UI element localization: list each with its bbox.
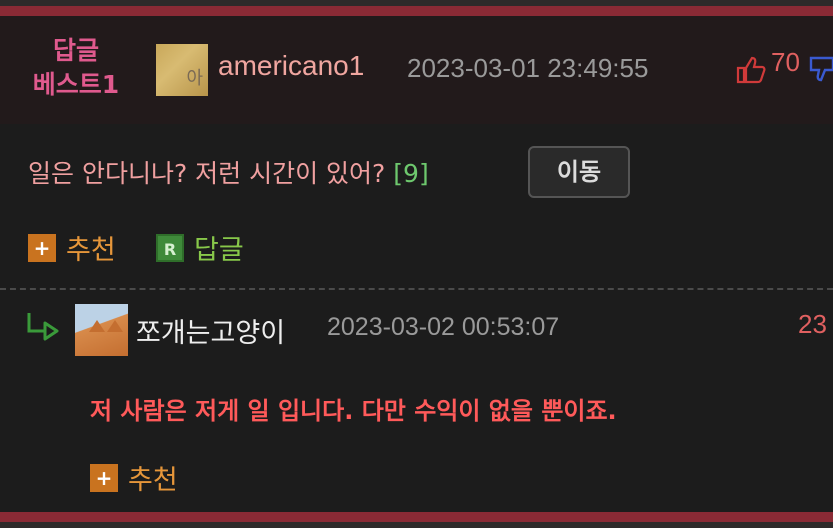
- recommend-button[interactable]: + 추천: [28, 228, 116, 267]
- avatar[interactable]: 아: [156, 44, 208, 96]
- recommend-label: 추천: [128, 465, 178, 496]
- comment-content: 저 사람은 저게 일 입니다. 다만 수익이 없을 뿐이죠.: [90, 397, 617, 425]
- comment-datetime: 2023-03-01 23:49:55: [407, 53, 649, 83]
- avatar-glyph: 아: [186, 68, 203, 89]
- avatar[interactable]: [75, 304, 128, 356]
- best-label-line2: 베스트1: [32, 70, 120, 99]
- cat-ear-right: [107, 320, 123, 332]
- like-count: 23: [798, 309, 827, 339]
- reply-button[interactable]: R 답글: [156, 228, 244, 267]
- best-label-line1: 답글: [52, 36, 99, 65]
- reply-r-icon: R: [156, 233, 184, 262]
- like-count: 70: [771, 47, 800, 77]
- dashed-divider: [0, 288, 833, 290]
- plus-icon: +: [90, 463, 118, 492]
- recommend-button[interactable]: + 추천: [90, 458, 178, 497]
- top-accent-bar: [0, 6, 833, 16]
- reply-label: 답글: [194, 235, 244, 266]
- recommend-label: 추천: [66, 235, 116, 266]
- thumbs-down-icon[interactable]: [809, 56, 833, 84]
- best-comment-body: 일은 안다니나? 저런 시간이 있어? [9] 이동 + 추천 R 답글: [0, 124, 833, 288]
- username[interactable]: 쪼개는고양이: [136, 311, 285, 350]
- username[interactable]: americano1: [218, 50, 364, 82]
- cat-ear-left: [89, 320, 105, 332]
- best-comment-header: 답글 베스트1 아 americano1 2023-03-01 23:49:55…: [0, 16, 833, 124]
- comment-datetime: 2023-03-02 00:53:07: [327, 313, 560, 341]
- plus-icon: +: [28, 233, 56, 262]
- reply-arrow-icon: [27, 313, 59, 341]
- comment-text: 일은 안다니나? 저런 시간이 있어? [9]: [28, 154, 429, 190]
- best-reply-badge: 답글 베스트1: [22, 34, 130, 102]
- comment-content: 일은 안다니나? 저런 시간이 있어?: [28, 159, 386, 188]
- bottom-edge: [0, 522, 833, 528]
- thumbs-up-icon[interactable]: [736, 56, 766, 84]
- move-button[interactable]: 이동: [528, 146, 630, 198]
- reply-count[interactable]: [9]: [393, 159, 428, 188]
- bottom-accent-bar: [0, 512, 833, 522]
